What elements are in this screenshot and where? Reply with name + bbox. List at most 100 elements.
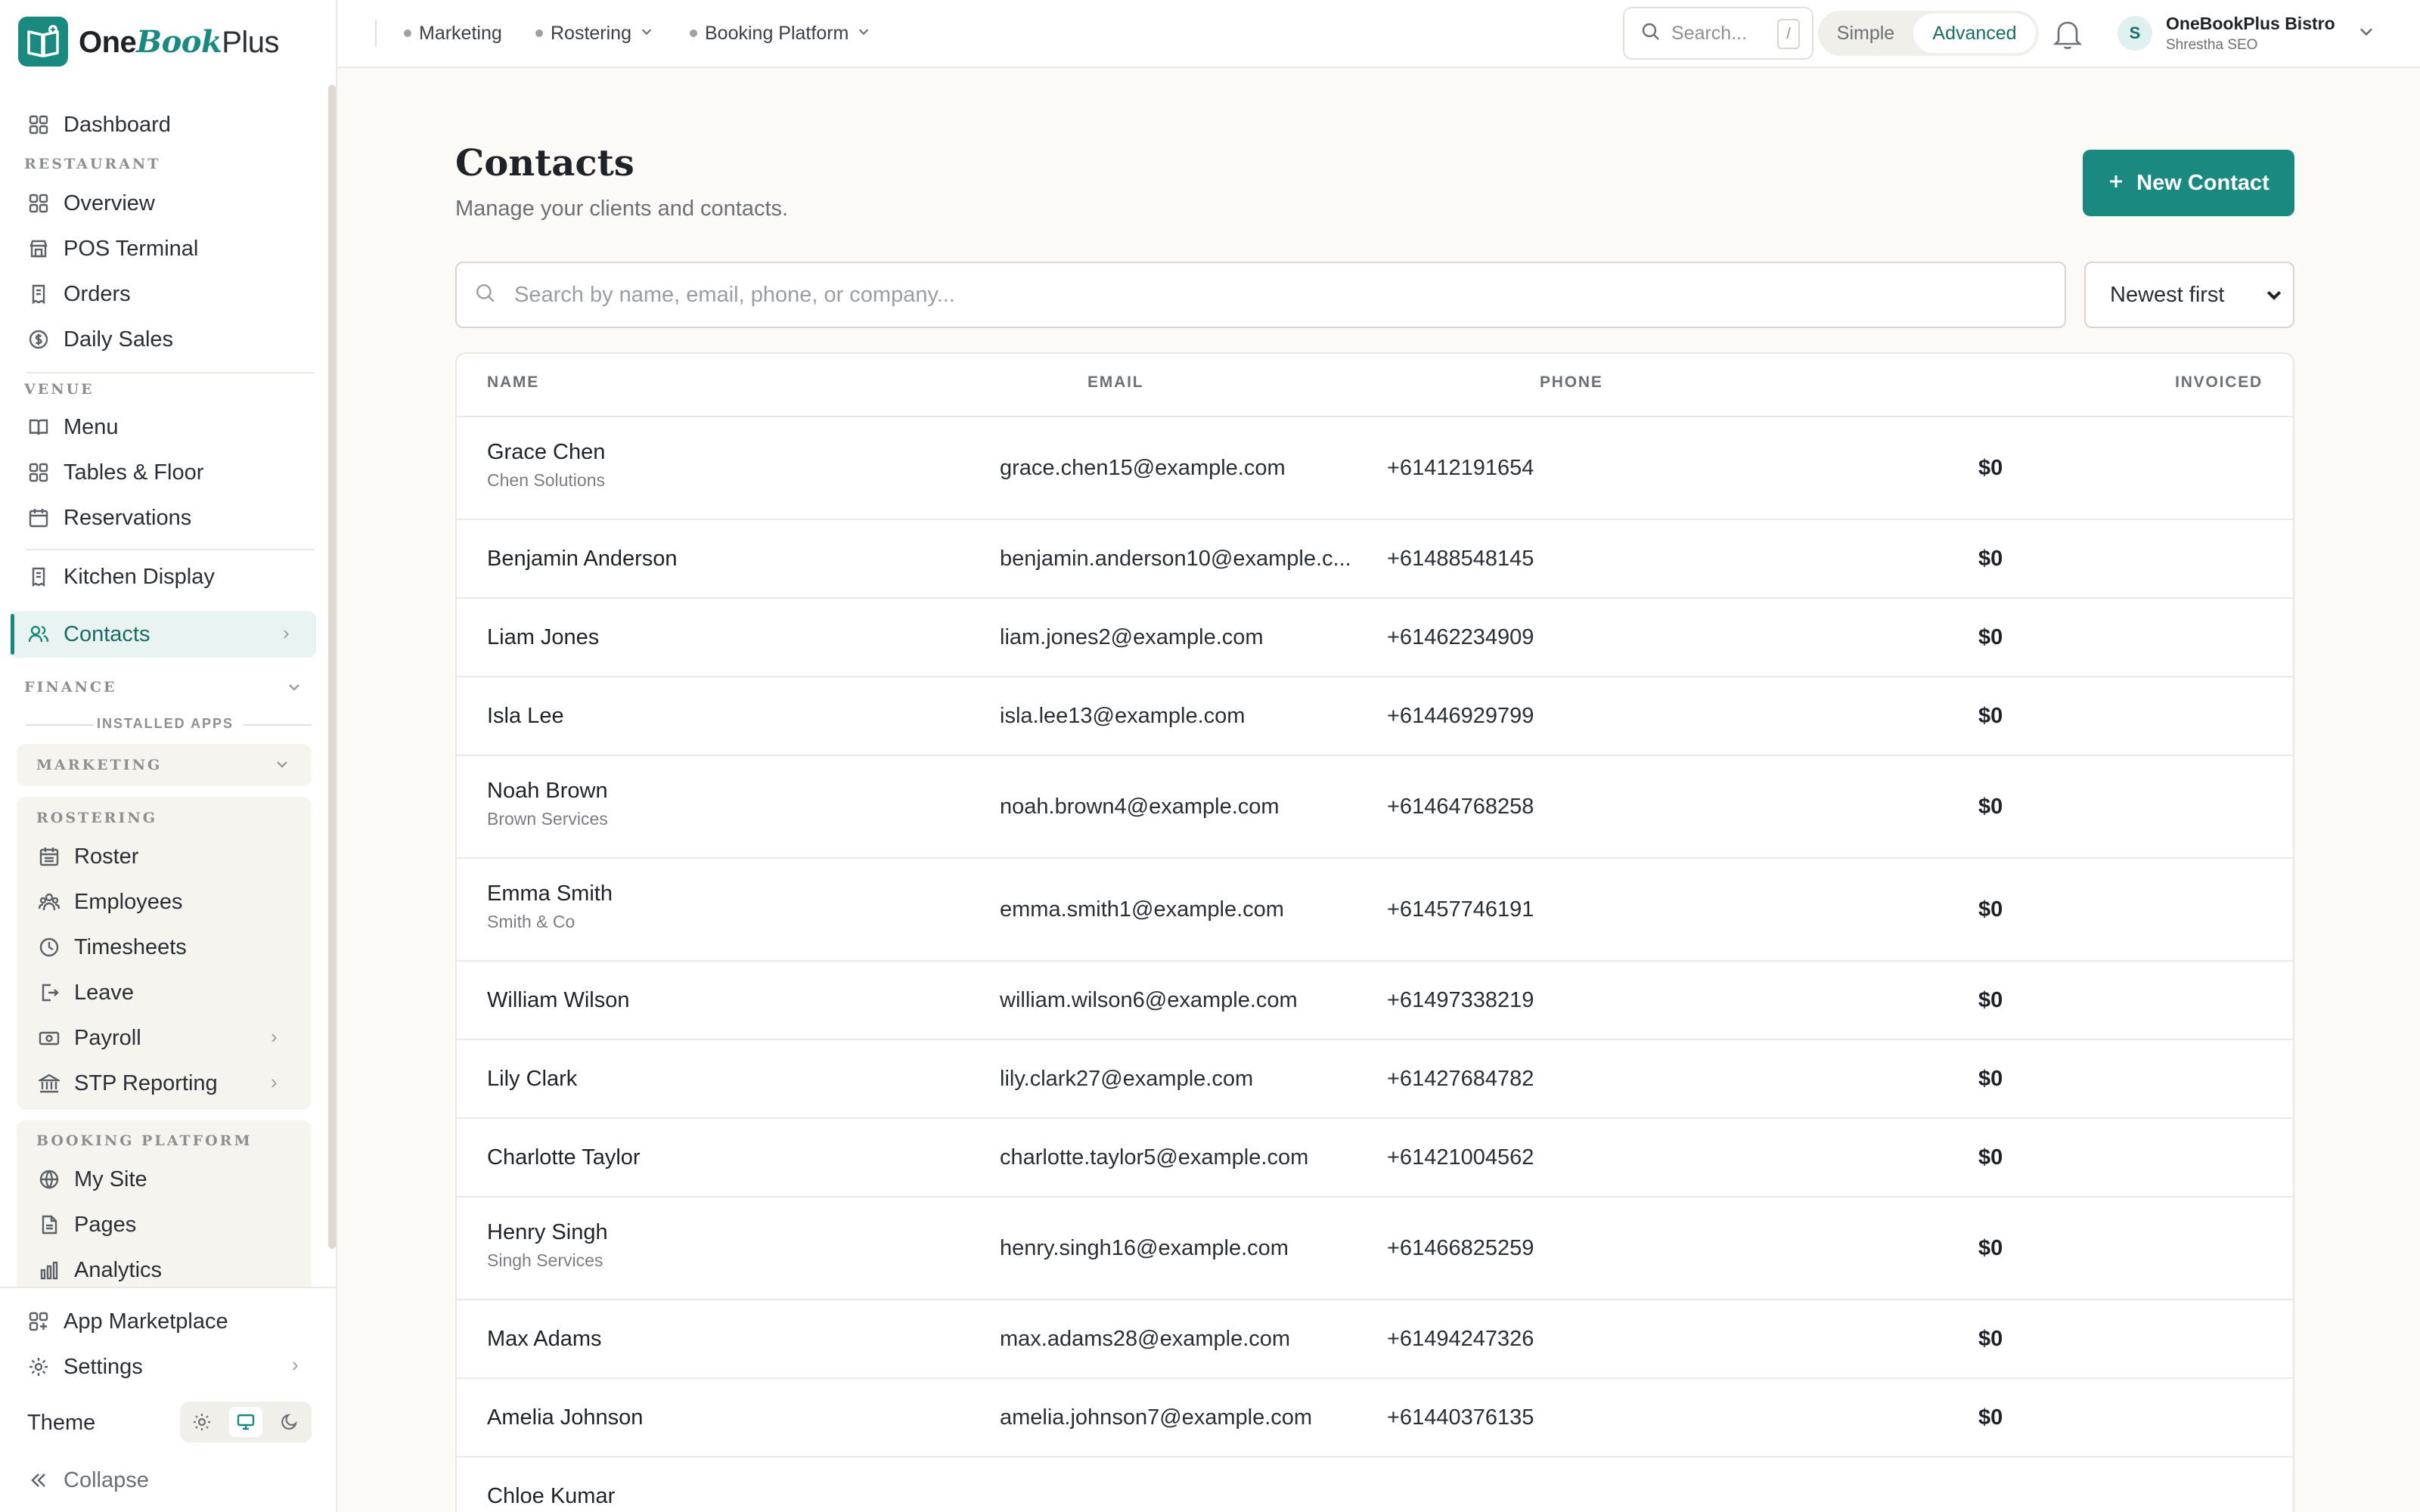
- brand-logo[interactable]: OneBookPlus: [18, 17, 279, 67]
- sidebar-item-kitchen-display[interactable]: Kitchen Display: [26, 556, 215, 598]
- contact-invoiced: $0: [1978, 988, 2003, 1012]
- sidebar-item-label: Dashboard: [64, 112, 171, 137]
- table-row[interactable]: William Wilson william.wilson6@example.co…: [457, 962, 2293, 1040]
- contact-invoiced: $0: [1978, 1405, 2003, 1430]
- contact-phone: +61427684782: [1387, 1067, 1534, 1091]
- top-nav-booking-platform[interactable]: Booking Platform: [690, 18, 871, 48]
- table-row[interactable]: Lily Clark lily.clark27@example.com +61427…: [457, 1040, 2293, 1119]
- section-label-booking-platform: BOOKING PLATFORM: [36, 1132, 253, 1149]
- sidebar-item-label: Orders: [64, 281, 131, 306]
- contact-phone: +61440376135: [1387, 1405, 1534, 1430]
- user-menu[interactable]: S OneBookPlus Bistro Shrestha SEO: [2118, 11, 2376, 56]
- mode-advanced-button[interactable]: Advanced: [1913, 14, 2036, 53]
- column-header-phone[interactable]: PHONE: [1540, 373, 1603, 392]
- section-label-finance[interactable]: FINANCE: [24, 679, 116, 696]
- file-icon: [36, 1212, 62, 1238]
- sidebar-item-app-marketplace[interactable]: App Marketplace: [26, 1300, 228, 1343]
- column-header-name[interactable]: NAME: [487, 373, 539, 392]
- sidebar-item-daily-sales[interactable]: Daily Sales: [26, 318, 173, 361]
- chevron-down-icon[interactable]: [286, 679, 302, 699]
- status-dot-icon: [535, 29, 543, 37]
- sidebar-item-reservations[interactable]: Reservations: [26, 497, 191, 539]
- sort-select[interactable]: Newest first: [2084, 262, 2294, 328]
- sidebar-item-leave[interactable]: Leave: [36, 971, 134, 1014]
- sidebar-item-dashboard[interactable]: Dashboard: [26, 104, 171, 146]
- sidebar-item-timesheets[interactable]: Timesheets: [36, 926, 187, 968]
- top-nav-rostering[interactable]: Rostering: [535, 18, 654, 48]
- sidebar-scrollbar[interactable]: [328, 85, 336, 1249]
- contact-invoiced: $0: [1978, 897, 2003, 922]
- monitor-icon[interactable]: [229, 1407, 262, 1437]
- table-row[interactable]: Emma Smith Smith & Co emma.smith1@example.…: [457, 859, 2293, 962]
- chevron-down-icon: [2356, 22, 2376, 45]
- top-nav-marketing[interactable]: Marketing: [404, 18, 502, 48]
- table-row[interactable]: Grace Chen Chen Solutions grace.chen15@exa…: [457, 417, 2293, 520]
- contact-phone: +61457746191: [1387, 897, 1534, 922]
- collapse-button[interactable]: Collapse: [26, 1459, 149, 1501]
- contact-invoiced: $0: [1978, 1145, 2003, 1170]
- contact-name: Henry Singh: [487, 1220, 608, 1244]
- contact-name: Benjamin Anderson: [487, 547, 678, 571]
- table-row[interactable]: Amelia Johnson amelia.johnson7@example.co…: [457, 1379, 2293, 1458]
- contact-email: henry.singh16@example.com: [1000, 1236, 1289, 1260]
- grid-icon: [26, 191, 51, 216]
- sidebar-item-label: Roster: [74, 844, 139, 869]
- sidebar-item-overview[interactable]: Overview: [26, 182, 155, 225]
- sidebar-item-roster[interactable]: Roster: [36, 835, 138, 878]
- table-row[interactable]: Henry Singh Singh Services henry.singh16@e…: [457, 1198, 2293, 1300]
- status-dot-icon: [404, 29, 411, 37]
- chevron-down-icon: [639, 23, 654, 45]
- contact-search-input[interactable]: [514, 282, 1951, 308]
- sidebar-item-contacts[interactable]: Contacts: [26, 613, 150, 655]
- sidebar-item-menu[interactable]: Menu: [26, 406, 119, 448]
- contact-phone: +61412191654: [1387, 456, 1534, 480]
- divider-line: [26, 724, 94, 726]
- global-search[interactable]: Search... /: [1623, 7, 1813, 60]
- sidebar-item-label: Analytics: [74, 1257, 163, 1282]
- theme-switcher: [180, 1402, 312, 1442]
- mode-simple-button[interactable]: Simple: [1818, 14, 1913, 53]
- status-dot-icon: [690, 29, 697, 37]
- sidebar-item-label: Reservations: [64, 505, 192, 530]
- top-nav-label: Marketing: [419, 22, 502, 44]
- table-row[interactable]: Liam Jones liam.jones2@example.com +614622…: [457, 599, 2293, 677]
- table-row[interactable]: Benjamin Anderson benjamin.anderson10@exa…: [457, 520, 2293, 599]
- column-header-invoiced[interactable]: INVOICED: [2175, 373, 2263, 392]
- sidebar-item-settings[interactable]: Settings: [26, 1346, 143, 1388]
- contact-name: Noah Brown: [487, 779, 608, 803]
- table-row[interactable]: Noah Brown Brown Services noah.brown4@exam…: [457, 756, 2293, 859]
- business-name: OneBookPlus Bistro: [2166, 13, 2335, 33]
- contact-company: Chen Solutions: [487, 470, 605, 490]
- sidebar: OneBookPlus Dashboard RESTAURANT Overvie…: [0, 0, 337, 1512]
- store-icon: [26, 236, 51, 262]
- sidebar-item-pos-terminal[interactable]: POS Terminal: [26, 228, 198, 270]
- sidebar-item-payroll[interactable]: Payroll: [36, 1017, 141, 1059]
- sort-select-value: Newest first: [2110, 282, 2225, 307]
- user-name: Shrestha SEO: [2166, 36, 2258, 53]
- table-row[interactable]: Chloe Kumar: [457, 1458, 2293, 1512]
- sidebar-item-my-site[interactable]: My Site: [36, 1158, 147, 1201]
- contact-email: noah.brown4@example.com: [1000, 795, 1280, 819]
- contact-name: Lily Clark: [487, 1067, 578, 1091]
- chevron-down-icon[interactable]: [274, 756, 290, 776]
- column-header-email[interactable]: EMAIL: [1087, 373, 1143, 392]
- sidebar-item-label: Overview: [64, 191, 155, 215]
- moon-icon[interactable]: [273, 1407, 306, 1437]
- sidebar-item-orders[interactable]: Orders: [26, 273, 131, 315]
- table-row[interactable]: Charlotte Taylor charlotte.taylor5@exampl…: [457, 1119, 2293, 1198]
- table-row[interactable]: Max Adams max.adams28@example.com +6149424…: [457, 1300, 2293, 1379]
- sidebar-item-label: Timesheets: [74, 934, 187, 959]
- sun-icon[interactable]: [185, 1407, 219, 1437]
- sidebar-item-label: Settings: [64, 1354, 143, 1379]
- sidebar-footer: App Marketplace Settings › Theme Collaps…: [0, 1287, 336, 1512]
- new-contact-button[interactable]: New Contact: [2083, 150, 2294, 216]
- table-row[interactable]: Isla Lee isla.lee13@example.com +614469297…: [457, 677, 2293, 756]
- contact-phone: +61466825259: [1387, 1236, 1534, 1260]
- bell-icon[interactable]: [2048, 14, 2087, 57]
- sidebar-item-pages[interactable]: Pages: [36, 1204, 136, 1246]
- sidebar-item-analytics[interactable]: Analytics: [36, 1249, 162, 1291]
- contact-email: max.adams28@example.com: [1000, 1327, 1291, 1351]
- sidebar-item-employees[interactable]: Employees: [36, 881, 182, 923]
- sidebar-item-stp-reporting[interactable]: STP Reporting: [36, 1062, 218, 1105]
- sidebar-item-tables-floor[interactable]: Tables & Floor: [26, 451, 203, 494]
